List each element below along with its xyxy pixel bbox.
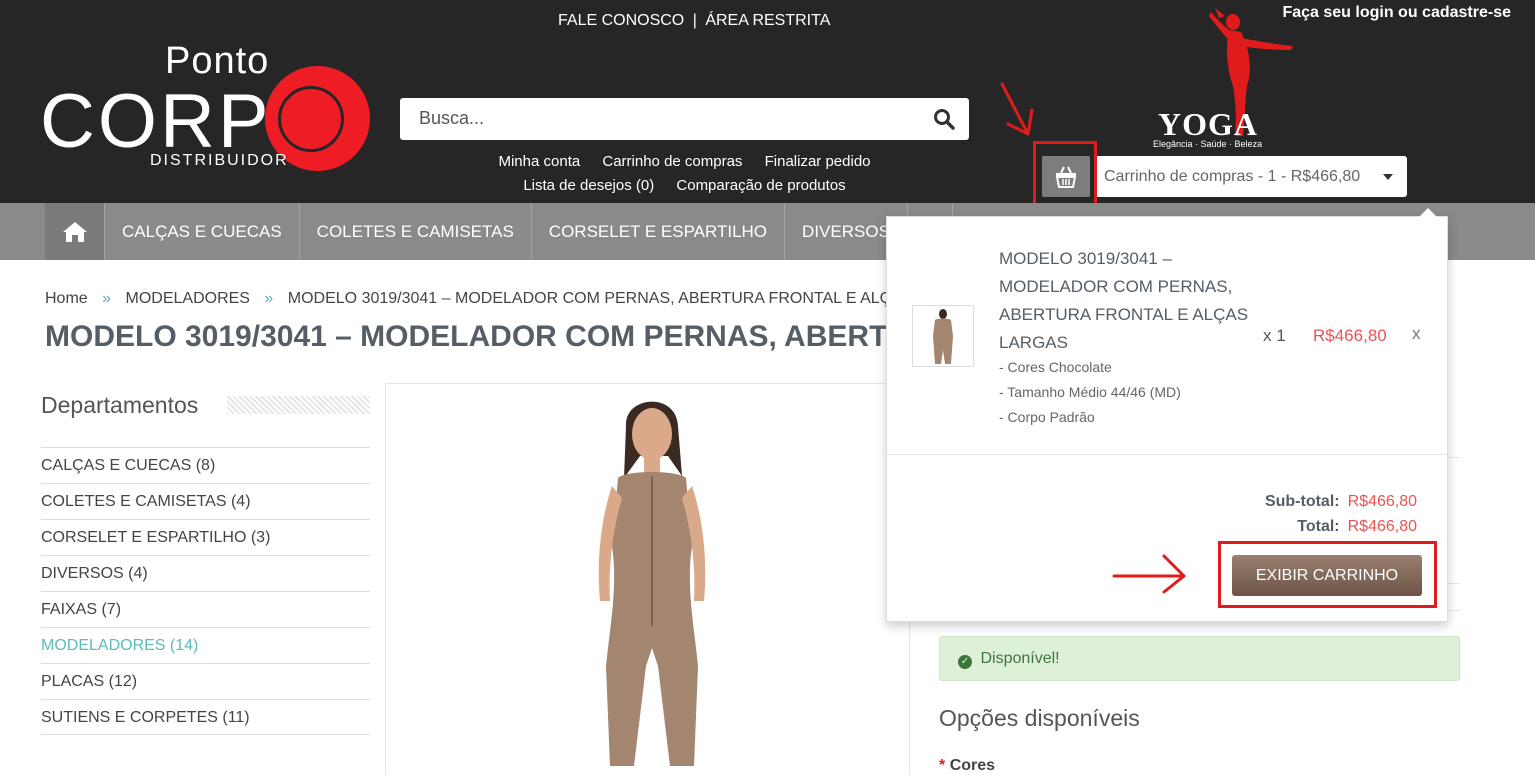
- caret-down-icon: [1383, 174, 1393, 180]
- cart-dropdown-button[interactable]: Carrinho de compras - 1 - R$466,80: [1094, 156, 1407, 197]
- top-links-separator: |: [692, 12, 697, 29]
- options-title: Opções disponíveis: [939, 705, 1140, 731]
- checkout-link[interactable]: Finalizar pedido: [765, 153, 871, 170]
- cart-item-option: - Tamanho Médio 44/46 (MD): [999, 384, 1181, 400]
- site-header: FALE CONOSCO | ÁREA RESTRITA Faça seu lo…: [0, 0, 1535, 207]
- sidebar-title-stripe: [227, 396, 370, 414]
- sidebar-item-modeladores[interactable]: MODELADORES (14): [41, 627, 370, 663]
- search-icon[interactable]: [933, 108, 955, 130]
- sidebar-item-corselet[interactable]: CORSELET E ESPARTILHO (3): [41, 519, 370, 555]
- sidebar-item-diversos[interactable]: DIVERSOS (4): [41, 555, 370, 591]
- cart-item-price: R$466,80: [1313, 326, 1387, 345]
- popup-pointer: [1419, 208, 1437, 217]
- sidebar-item-faixas[interactable]: FAIXAS (7): [41, 591, 370, 627]
- nav-item-calcas[interactable]: CALÇAS E CUECAS: [105, 203, 300, 260]
- logo-ring: [278, 86, 344, 152]
- sidebar-item-calcas[interactable]: CALÇAS E CUECAS (8): [41, 447, 370, 483]
- cart-item-name[interactable]: MODELO 3019/3041 – MODELADOR COM PERNAS,…: [999, 245, 1249, 357]
- annotation-arrow-right-icon: [1112, 554, 1186, 594]
- cart-item-option: - Corpo Padrão: [999, 409, 1095, 425]
- top-links: FALE CONOSCO | ÁREA RESTRITA: [558, 12, 830, 30]
- sidebar-item-placas[interactable]: PLACAS (12): [41, 663, 370, 699]
- breadcrumb-product[interactable]: MODELO 3019/3041 – MODELADOR COM PERNAS,…: [288, 290, 913, 307]
- check-circle-icon: ✓: [958, 655, 972, 669]
- breadcrumb: Home » MODELADORES » MODELO 3019/3041 – …: [45, 290, 913, 308]
- required-marker: *: [939, 757, 946, 774]
- contact-link[interactable]: FALE CONOSCO: [558, 12, 684, 29]
- home-icon: [62, 221, 87, 242]
- annotation-arrow-down-icon: [1000, 82, 1034, 136]
- breadcrumb-home[interactable]: Home: [45, 290, 88, 307]
- subtotal-value: R$466,80: [1347, 493, 1417, 510]
- logo-ponto-text: Ponto: [165, 40, 270, 82]
- cart-item-thumbnail[interactable]: [912, 305, 974, 367]
- yoga-word: YOGA: [1158, 106, 1258, 142]
- sidebar-title: Departamentos: [41, 392, 199, 418]
- compare-link[interactable]: Comparação de produtos: [676, 177, 845, 194]
- product-image[interactable]: [385, 383, 910, 775]
- search-input[interactable]: [400, 98, 900, 138]
- search-bar: [400, 98, 969, 140]
- restricted-area-link[interactable]: ÁREA RESTRITA: [705, 12, 830, 29]
- shopping-cart-link[interactable]: Carrinho de compras: [602, 153, 742, 170]
- breadcrumb-category[interactable]: MODELADORES: [126, 290, 250, 307]
- popup-divider: [887, 454, 1447, 455]
- availability-text: Disponível!: [980, 650, 1060, 667]
- yoga-logo[interactable]: YOGA Elegância · Saúde · Beleza: [1150, 8, 1300, 158]
- cart-summary-text: Carrinho de compras - 1 - R$466,80: [1104, 168, 1361, 185]
- cores-label-text: Cores: [949, 757, 996, 774]
- total-label: Total:: [1297, 518, 1340, 535]
- view-cart-highlight-box: [1218, 541, 1437, 608]
- account-links: Minha conta Carrinho de compras Finaliza…: [400, 150, 969, 198]
- wishlist-link[interactable]: Lista de desejos (0): [523, 177, 654, 194]
- nav-item-coletes[interactable]: COLETES E CAMISETAS: [300, 203, 532, 260]
- product-photo: [566, 386, 736, 775]
- site-logo[interactable]: Ponto CORP DISTRIBUIDOR: [40, 40, 375, 180]
- breadcrumb-separator: »: [264, 290, 274, 307]
- cores-label: * Cores: [939, 757, 995, 775]
- product-thumbnail-photo: [933, 309, 953, 364]
- availability-badge: ✓ Disponível!: [939, 636, 1460, 681]
- subtotal-label: Sub-total:: [1264, 493, 1340, 510]
- breadcrumb-separator: »: [102, 290, 112, 307]
- nav-home[interactable]: [45, 203, 105, 260]
- my-account-link[interactable]: Minha conta: [498, 153, 580, 170]
- cart-item-option: - Cores Chocolate: [999, 359, 1112, 375]
- cart-item-qty: x 1: [1263, 326, 1286, 345]
- sidebar-list: CALÇAS E CUECAS (8) COLETES E CAMISETAS …: [41, 447, 370, 735]
- sidebar-item-coletes[interactable]: COLETES E CAMISETAS (4): [41, 483, 370, 519]
- page-title: MODELO 3019/3041 – MODELADOR COM PERNAS,…: [45, 320, 895, 353]
- total-value: R$466,80: [1347, 518, 1417, 535]
- nav-item-corselet[interactable]: CORSELET E ESPARTILHO: [532, 203, 786, 260]
- logo-distribuidor-text: DISTRIBUIDOR: [150, 152, 289, 169]
- login-link[interactable]: Faça seu login ou cadastre-se: [1282, 4, 1511, 22]
- sidebar-item-sutiens[interactable]: SUTIENS E CORPETES (11): [41, 699, 370, 735]
- cart-totals: Sub-total: R$466,80 Total: R$466,80: [1265, 489, 1417, 539]
- yoga-tagline: Elegância · Saúde · Beleza: [1153, 139, 1263, 149]
- remove-item-button[interactable]: x: [1412, 324, 1421, 344]
- cart-highlight-box: [1033, 141, 1097, 207]
